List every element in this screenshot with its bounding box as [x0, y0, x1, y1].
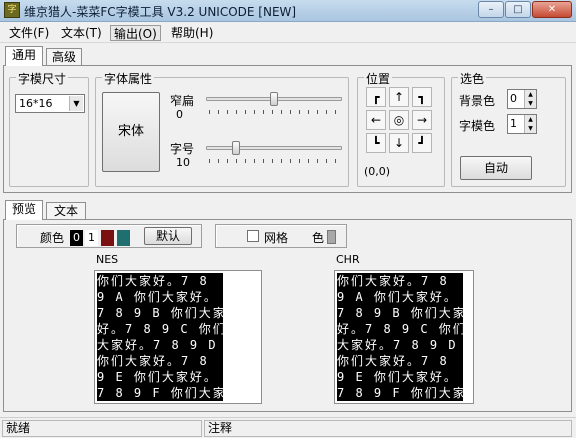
- palette-swatch-2[interactable]: 2: [101, 230, 114, 246]
- font-size-label: 字号: [170, 142, 195, 156]
- chr-preview-line: 你们大家好。7 8: [337, 354, 449, 368]
- position-group-title: 位置: [364, 70, 393, 87]
- palette-swatch-3[interactable]: 3: [117, 230, 130, 246]
- nes-preview-line: 大家好。7 8 9 D: [97, 338, 218, 352]
- align-bottom-left-button[interactable]: ┗: [366, 133, 386, 153]
- narrow-wide-ticks: [209, 110, 341, 114]
- tab-general[interactable]: 通用: [5, 46, 43, 66]
- move-up-button[interactable]: ↑: [389, 87, 409, 107]
- chevron-down-icon[interactable]: ▼: [69, 96, 83, 111]
- palette-swatch-0[interactable]: 0: [70, 230, 83, 246]
- palette-swatch-1[interactable]: 1: [85, 230, 98, 246]
- font-size-select[interactable]: 16*16 ▼: [15, 94, 85, 113]
- menu-output[interactable]: 输出(O): [110, 25, 161, 41]
- minimize-button[interactable]: –: [478, 1, 504, 18]
- grid-color-label: 色: [312, 231, 325, 245]
- grid-label: 网格: [264, 231, 289, 245]
- menu-help[interactable]: 帮助(H): [168, 25, 216, 41]
- menu-text[interactable]: 文本(T): [58, 25, 105, 41]
- font-color-label: 字模色: [459, 119, 496, 133]
- nes-preview-text: 你们大家好。7 8 9 A 你们大家好。 7 8 9 B 你们大家 好。7 8 …: [97, 273, 223, 401]
- chr-preview-line: 你们大家好。7 8: [337, 274, 449, 288]
- menu-bar: 文件(F) 文本(T) 输出(O) 帮助(H): [0, 23, 576, 43]
- app-icon: 字: [4, 2, 20, 18]
- font-color-value: 1: [510, 117, 517, 130]
- narrow-wide-label: 窄扁: [170, 94, 195, 108]
- font-size-group-title: 字模尺寸: [16, 70, 69, 87]
- tab-advanced[interactable]: 高级: [46, 48, 82, 66]
- nes-preview-line: 9 A 你们大家好。: [97, 290, 218, 304]
- spin-down-icon[interactable]: ▼: [524, 99, 536, 108]
- spin-up-icon[interactable]: ▲: [524, 90, 536, 99]
- font-color-spinner[interactable]: 1 ▲ ▼: [507, 114, 537, 134]
- default-button[interactable]: 默认: [144, 227, 192, 245]
- background-color-spinner[interactable]: 0 ▲ ▼: [507, 89, 537, 109]
- background-color-label: 背景色: [459, 94, 496, 108]
- align-bottom-right-button[interactable]: ┛: [412, 133, 432, 153]
- nes-preview-line: 7 8 9 B 你们大家: [97, 306, 223, 320]
- close-button[interactable]: ✕: [532, 1, 572, 18]
- font-size-ticks: [209, 159, 341, 163]
- chr-preview-line: 好。7 8 9 C 你们: [337, 322, 463, 336]
- nes-preview-label: NES: [96, 253, 119, 266]
- spin-up-icon[interactable]: ▲: [524, 115, 536, 124]
- nes-preview-line: 你们大家好。7 8: [97, 354, 209, 368]
- narrow-wide-slider-thumb[interactable]: [270, 92, 278, 106]
- color-select-group-title: 选色: [458, 70, 487, 87]
- grid-checkbox[interactable]: [247, 230, 259, 242]
- chr-preview-text: 你们大家好。7 8 9 A 你们大家好。 7 8 9 B 你们大家 好。7 8 …: [337, 273, 463, 401]
- nes-preview-line: 9 E 你们大家好。: [97, 370, 218, 384]
- narrow-wide-value: 0: [176, 108, 183, 121]
- font-size-slider-thumb[interactable]: [231, 141, 240, 155]
- window-title: 维京猎人-菜菜FC字模工具 V3.2 UNICODE [NEW]: [24, 5, 297, 19]
- status-text: 就绪: [2, 420, 202, 437]
- move-down-button[interactable]: ↓: [389, 133, 409, 153]
- status-bar: 就绪 注释: [0, 417, 576, 438]
- chr-preview-line: 7 8 9 B 你们大家: [337, 306, 463, 320]
- palette-color-label: 颜色: [40, 231, 65, 245]
- center-button[interactable]: ◎: [389, 110, 409, 130]
- font-size-number: 10: [176, 156, 190, 169]
- nes-preview-line: 你们大家好。7 8: [97, 274, 209, 288]
- title-bar[interactable]: 字 维京猎人-菜菜FC字模工具 V3.2 UNICODE [NEW] – □ ✕: [0, 0, 576, 22]
- font-size-slider-track[interactable]: [206, 146, 342, 150]
- tab-preview[interactable]: 预览: [5, 200, 43, 220]
- chr-preview-label: CHR: [336, 253, 360, 266]
- tab-text[interactable]: 文本: [46, 202, 86, 220]
- font-size-value: 16*16: [19, 97, 53, 110]
- menu-file[interactable]: 文件(F): [6, 25, 52, 41]
- position-coords: (0,0): [364, 165, 391, 178]
- chr-preview-line: 大家好。7 8 9 D: [337, 338, 458, 352]
- nes-preview-box: 你们大家好。7 8 9 A 你们大家好。 7 8 9 B 你们大家 好。7 8 …: [94, 270, 262, 404]
- auto-button[interactable]: 自动: [460, 156, 532, 180]
- chr-preview-line: 7 8 9 F 你们大家: [337, 386, 463, 400]
- move-right-button[interactable]: →: [412, 110, 432, 130]
- background-color-value: 0: [510, 92, 517, 105]
- font-select-button[interactable]: 宋体: [102, 92, 160, 172]
- maximize-button[interactable]: □: [505, 1, 531, 18]
- font-attributes-group-title: 字体属性: [102, 70, 155, 87]
- chr-preview-box: 你们大家好。7 8 9 A 你们大家好。 7 8 9 B 你们大家 好。7 8 …: [334, 270, 474, 404]
- move-left-button[interactable]: ←: [366, 110, 386, 130]
- status-note: 注释: [204, 420, 572, 437]
- chr-preview-line: 9 A 你们大家好。: [337, 290, 458, 304]
- align-top-left-button[interactable]: ┏: [366, 87, 386, 107]
- nes-preview-line: 7 8 9 F 你们大家: [97, 386, 223, 400]
- spin-down-icon[interactable]: ▼: [524, 124, 536, 133]
- align-top-right-button[interactable]: ┓: [412, 87, 432, 107]
- grid-color-swatch[interactable]: [327, 230, 336, 244]
- chr-preview-line: 9 E 你们大家好。: [337, 370, 458, 384]
- nes-preview-line: 好。7 8 9 C 你们: [97, 322, 223, 336]
